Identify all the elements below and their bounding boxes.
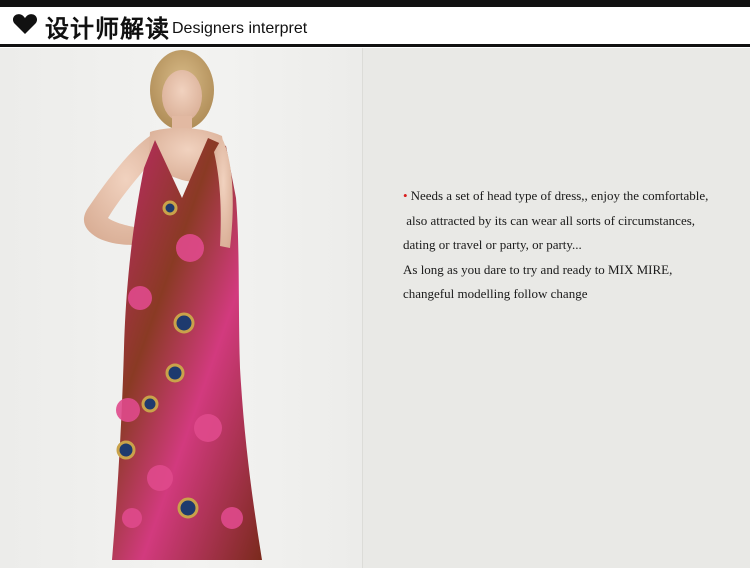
description-text: • Needs a set of head type of dress,, enj… [403,184,748,307]
heart-icon [12,14,38,34]
section-title-cn: 设计师解读 [45,15,170,43]
bullet-icon: • [403,188,408,203]
section-title-en: Designers interpret [172,20,308,37]
header-bar: 设计师解读 Designers interpret [0,0,750,48]
header-bottom-rule [0,44,750,47]
description-line: As long as you dare to try and ready to … [403,261,673,277]
description-line: dating or travel or party, or party... [403,237,582,252]
model-photo [0,48,362,568]
description-line: changeful modelling follow change [403,286,588,301]
model-in-maxi-dress-image [83,50,262,560]
description-panel: • Needs a set of head type of dress,, enj… [362,48,750,568]
description-line: • Needs a set of head type of dress,, enj… [403,188,709,203]
header-top-rule [0,0,750,7]
description-line: also attracted by its can wear all sorts… [403,212,696,228]
